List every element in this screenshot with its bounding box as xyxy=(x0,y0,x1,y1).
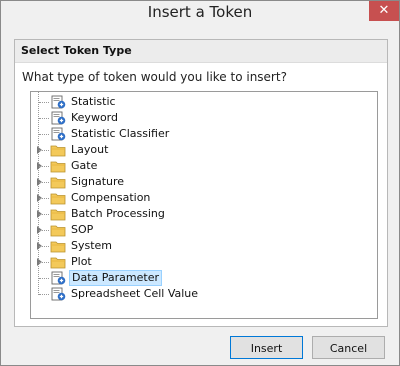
folder-icon xyxy=(50,209,66,221)
folder-icon xyxy=(50,193,66,205)
tree-item[interactable]: Layout xyxy=(31,142,377,158)
folder-icon xyxy=(50,161,66,173)
folder-icon xyxy=(50,225,66,237)
title-bar: Insert a Token ✕ xyxy=(1,1,399,25)
tree-item-label: Data Parameter xyxy=(69,270,162,286)
insert-button[interactable]: Insert xyxy=(230,336,303,359)
tree-item[interactable]: Compensation xyxy=(31,190,377,206)
tree-connector xyxy=(39,214,49,215)
tree-item[interactable]: Statistic xyxy=(31,94,377,110)
tree-connector xyxy=(39,294,49,295)
token-icon xyxy=(51,95,66,109)
tree-item[interactable]: SOP xyxy=(31,222,377,238)
tree-item[interactable]: Gate xyxy=(31,158,377,174)
tree-item-label: System xyxy=(71,239,113,252)
close-button[interactable]: ✕ xyxy=(369,1,399,21)
tree-item-label: Plot xyxy=(71,255,92,268)
folder-icon xyxy=(50,257,66,269)
tree-item[interactable]: Keyword xyxy=(31,110,377,126)
tree-item-label: Spreadsheet Cell Value xyxy=(71,287,199,300)
tree-connector xyxy=(39,150,49,151)
tree-item-label: Signature xyxy=(71,175,125,188)
tree-connector xyxy=(39,246,49,247)
tree-item-label: Statistic Classifier xyxy=(71,127,170,140)
token-icon xyxy=(51,287,66,301)
tree-item-label: Layout xyxy=(71,143,109,156)
group-header: Select Token Type xyxy=(15,40,387,63)
tree-connector xyxy=(39,102,49,103)
tree-item[interactable]: System xyxy=(31,238,377,254)
cancel-button[interactable]: Cancel xyxy=(312,336,385,359)
tree-item-label: Keyword xyxy=(71,111,118,124)
tree-connector xyxy=(39,118,49,119)
dialog-title: Insert a Token xyxy=(147,3,253,21)
question-label: What type of token would you like to ins… xyxy=(22,70,287,84)
tree-item-label: Gate xyxy=(71,159,98,172)
tree-item-label: Batch Processing xyxy=(71,207,165,220)
folder-icon xyxy=(50,145,66,157)
tree-connector xyxy=(39,134,49,135)
token-icon xyxy=(51,127,66,141)
tree-connector xyxy=(39,278,49,279)
tree-connector xyxy=(39,166,49,167)
token-icon xyxy=(51,271,66,285)
folder-icon xyxy=(50,177,66,189)
tree-item[interactable]: Plot xyxy=(31,254,377,270)
tree-connector xyxy=(39,198,49,199)
tree-item-label: Statistic xyxy=(71,95,116,108)
token-icon xyxy=(51,111,66,125)
tree-connector xyxy=(39,182,49,183)
tree-connector xyxy=(39,262,49,263)
tree-connector xyxy=(39,230,49,231)
tree-item-label: Compensation xyxy=(71,191,151,204)
tree-item[interactable]: Batch Processing xyxy=(31,206,377,222)
token-tree[interactable]: Statistic Keyword Statistic Classifier Layo… xyxy=(30,91,378,319)
tree-item-label: SOP xyxy=(71,223,94,236)
tree-item[interactable]: Signature xyxy=(31,174,377,190)
tree-item[interactable]: Spreadsheet Cell Value xyxy=(31,286,377,302)
tree-item[interactable]: Statistic Classifier xyxy=(31,126,377,142)
folder-icon xyxy=(50,241,66,253)
group-title: Select Token Type xyxy=(21,44,132,57)
tree-item[interactable]: Data Parameter xyxy=(31,270,377,286)
